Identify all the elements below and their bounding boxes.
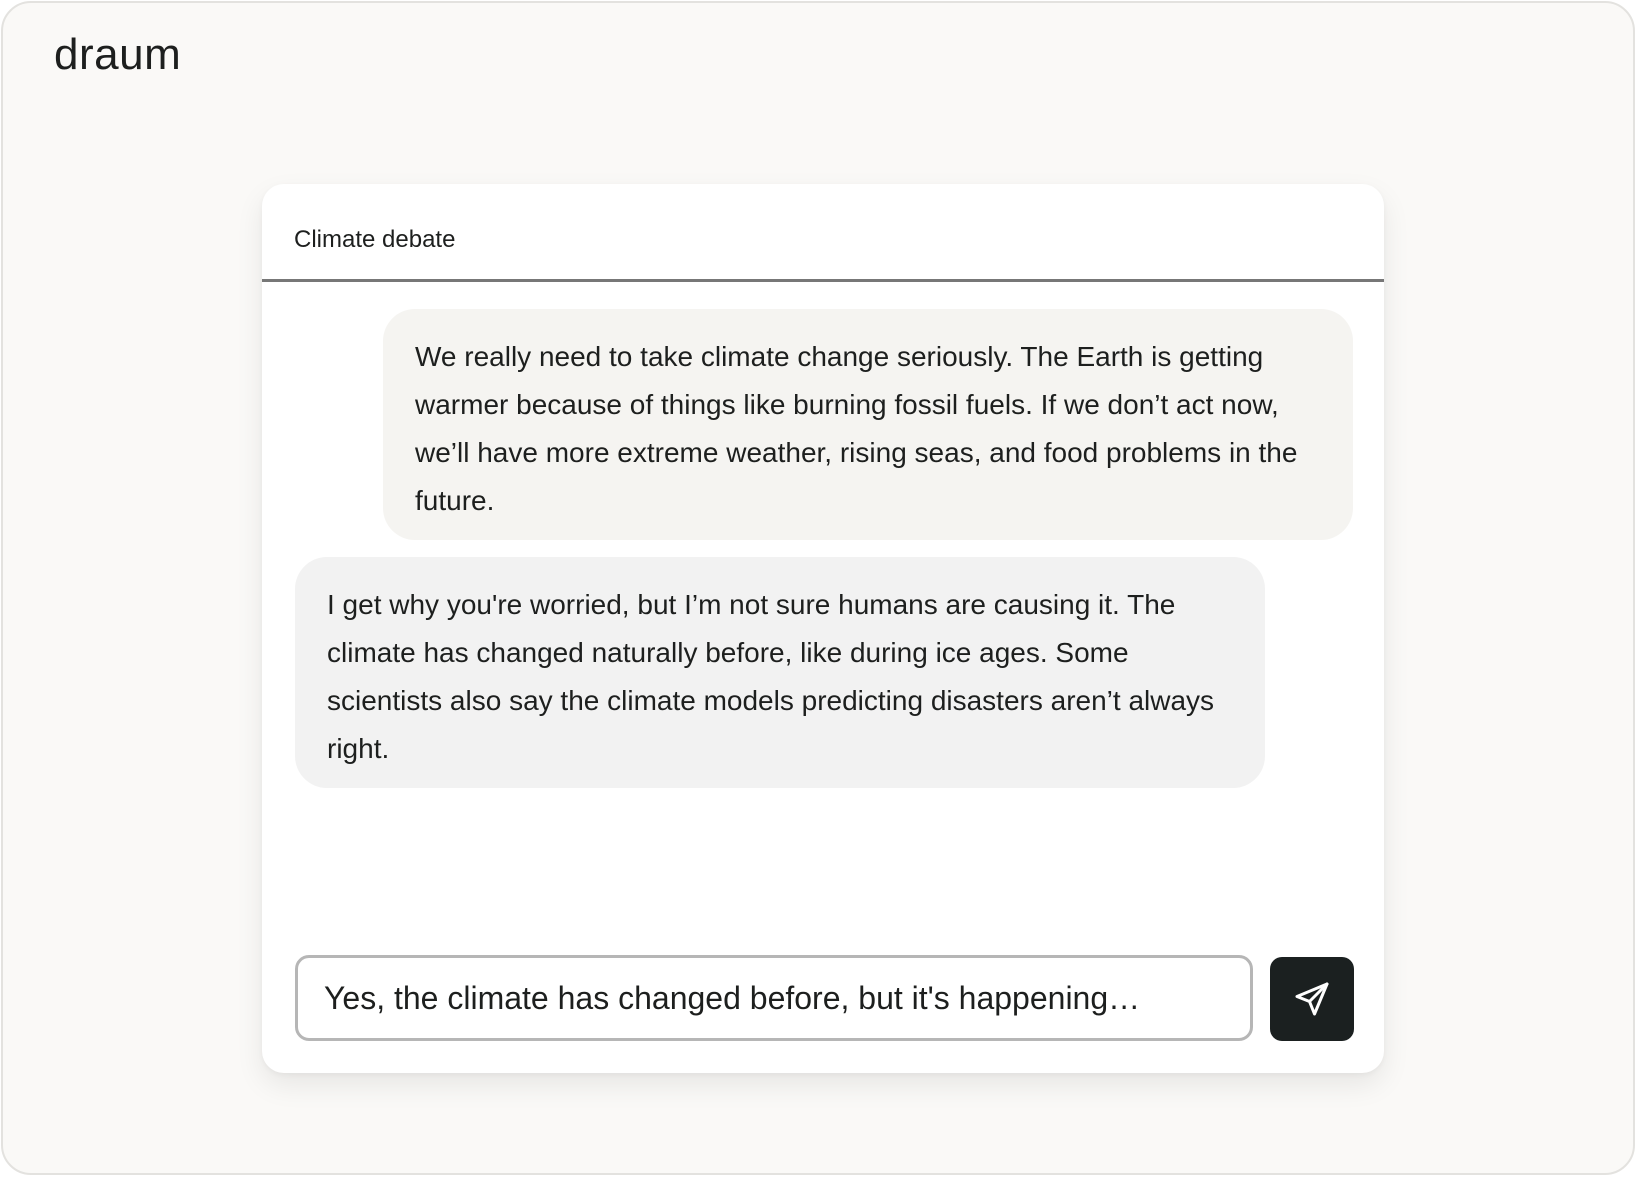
send-icon	[1292, 979, 1332, 1019]
send-button[interactable]	[1270, 957, 1354, 1041]
message-input[interactable]	[322, 978, 1226, 1018]
message-user: We really need to take climate change se…	[383, 309, 1353, 540]
chat-panel: Climate debate We really need to take cl…	[262, 184, 1384, 1073]
message-text: I get why you're worried, but I’m not su…	[327, 589, 1215, 764]
chat-title: Climate debate	[294, 226, 456, 253]
message-composer	[295, 955, 1253, 1041]
message-other: I get why you're worried, but I’m not su…	[295, 557, 1265, 788]
logo: draum	[54, 30, 182, 79]
message-text: We really need to take climate change se…	[415, 341, 1298, 516]
app-window: draum Climate debate We really need to t…	[1, 1, 1635, 1175]
chat-header: Climate debate	[262, 184, 1384, 282]
